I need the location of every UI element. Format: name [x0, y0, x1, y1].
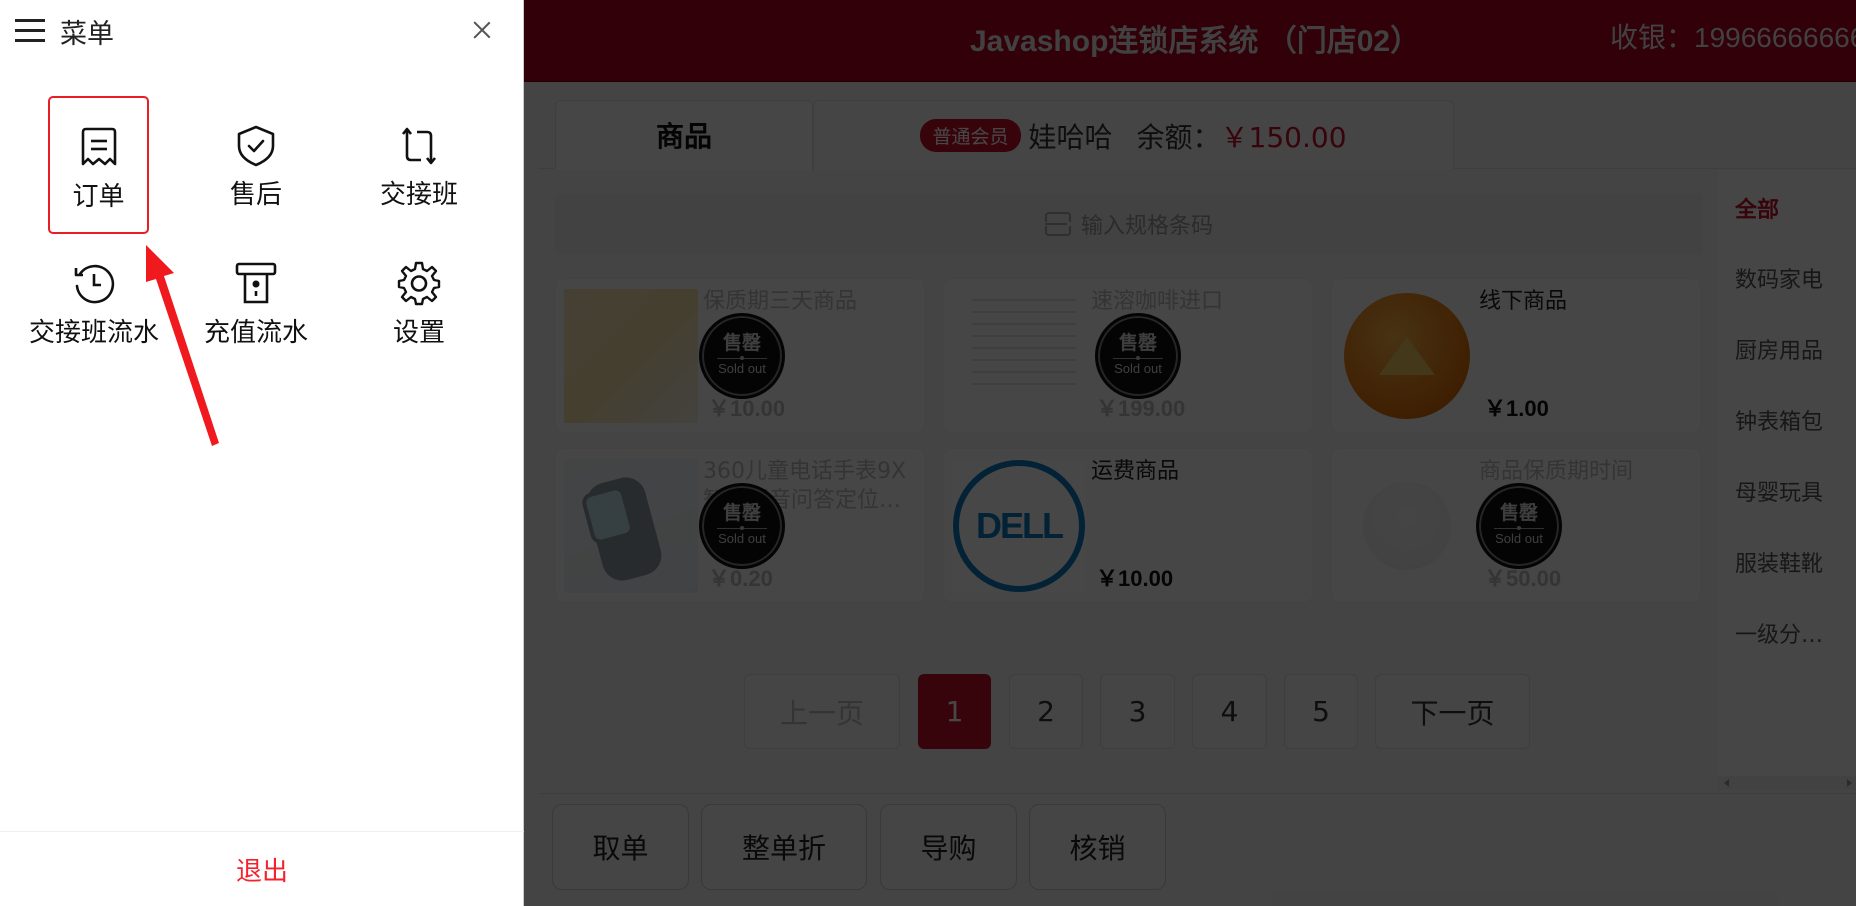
drawer-footer: 退出: [0, 831, 524, 906]
drawer-header: 菜单: [0, 0, 524, 60]
close-icon[interactable]: [468, 16, 496, 44]
gear-icon: [397, 261, 441, 306]
menu-item-label: 订单: [72, 182, 125, 212]
hamburger-icon[interactable]: [15, 19, 45, 43]
menu-drawer: 菜单 订单 售后 交接班 交接班流水 充值流水 设置 退出: [0, 0, 524, 906]
menu-item-recharge-history[interactable]: 充值流水: [186, 260, 326, 380]
history-clock-icon: [74, 264, 115, 304]
swap-arrows-icon: [401, 127, 437, 165]
receipt-icon: [81, 127, 116, 166]
drawer-title: 菜单: [60, 19, 114, 50]
menu-item-label: 设置: [392, 318, 445, 348]
menu-item-label: 充值流水: [203, 318, 308, 348]
menu-item-shift-history[interactable]: 交接班流水: [24, 260, 164, 380]
menu-item-settings[interactable]: 设置: [349, 260, 489, 380]
shield-check-icon: [237, 125, 275, 167]
menu-item-after-sales[interactable]: 售后: [186, 124, 326, 244]
menu-item-label: 交接班流水: [28, 318, 159, 348]
pos-terminal-icon: [235, 262, 277, 304]
menu-item-orders[interactable]: 订单: [48, 96, 149, 234]
menu-item-label: 交接班: [379, 180, 458, 210]
menu-item-label: 售后: [229, 180, 282, 210]
logout-button[interactable]: 退出: [236, 851, 288, 888]
menu-item-shift-handover[interactable]: 交接班: [349, 124, 489, 244]
